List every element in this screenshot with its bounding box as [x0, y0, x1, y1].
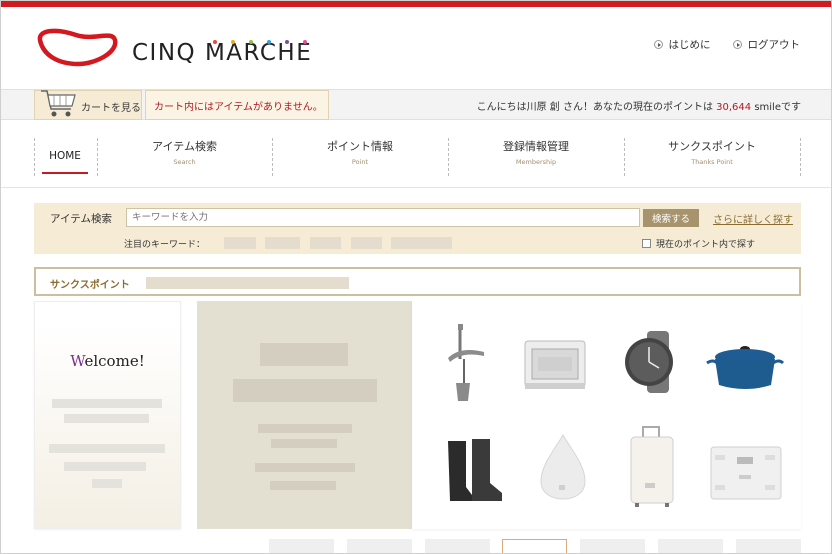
product-item[interactable] — [521, 425, 611, 525]
greeting-text: こんにちは川原 創 さん！あなたの現在のポイントは — [476, 102, 713, 113]
search-button[interactable]: 検索する — [643, 209, 699, 227]
wrist-watch-icon — [625, 331, 673, 393]
nav-item-thanks-point[interactable]: サンクスポイント Thanks Point — [624, 138, 800, 174]
cart-bar: カートを見る カート内にはアイテムがありません。 こんにちは川原 創 さん！あな… — [1, 89, 831, 120]
intro-link-label: はじめに — [668, 39, 711, 51]
nav-divider — [34, 138, 35, 176]
keyword-tag[interactable] — [224, 237, 256, 249]
welcome-title-initial: W — [70, 352, 85, 370]
logout-link-label: ログアウト — [747, 39, 801, 51]
nav-item-search[interactable]: アイテム検索 Search — [97, 138, 272, 174]
header-links: はじめに ログアウト — [653, 37, 801, 52]
thanks-point-bar: サンクスポイント — [34, 267, 801, 296]
thanks-point-placeholder — [146, 277, 349, 289]
nav-item-label: サンクスポイント — [668, 140, 756, 153]
rain-boots-icon — [448, 439, 502, 501]
carousel-tab[interactable] — [425, 539, 490, 553]
banner-placeholder — [255, 463, 355, 472]
product-grid — [412, 301, 801, 529]
banner-placeholder — [270, 481, 336, 490]
nav-item-label: 登録情報管理 — [503, 140, 569, 153]
carousel-tab[interactable] — [269, 539, 334, 553]
text-placeholder — [64, 462, 146, 471]
product-item[interactable] — [609, 425, 699, 525]
view-cart-button[interactable]: カートを見る — [34, 90, 142, 120]
advanced-search-link[interactable]: さらに詳しく探す — [713, 211, 793, 226]
thanks-point-label: サンクスポイント — [50, 280, 130, 291]
text-placeholder — [92, 479, 122, 488]
text-placeholder — [64, 414, 149, 423]
product-item[interactable] — [432, 425, 522, 525]
points-value: 30,644 — [716, 102, 752, 113]
shopping-cart-icon — [41, 90, 76, 117]
product-item[interactable] — [422, 313, 512, 413]
feature-banner[interactable] — [197, 301, 412, 529]
search-input[interactable] — [126, 208, 640, 227]
page-frame: CINQ MARCHE はじめに ログアウト カートを見る カート内にはアイテム… — [0, 0, 832, 554]
points-greeting: こんにちは川原 創 さん！あなたの現在のポイントは 30,644 smileです — [477, 98, 801, 113]
site-header: CINQ MARCHE はじめに ログアウト — [1, 7, 831, 89]
within-points-checkbox[interactable]: 現在のポイント内で探す — [642, 237, 755, 250]
product-item[interactable] — [703, 425, 793, 525]
carousel-tab[interactable] — [658, 539, 723, 553]
bathroom-scale-icon — [710, 446, 782, 500]
search-label: アイテム検索 — [50, 213, 112, 225]
text-placeholder — [49, 444, 165, 453]
nav-item-sublabel: Point — [351, 158, 369, 166]
product-item[interactable] — [613, 313, 703, 413]
banner-placeholder — [258, 424, 352, 433]
nav-item-point[interactable]: ポイント情報 Point — [272, 138, 448, 174]
banner-placeholder — [271, 439, 337, 448]
keyword-tag[interactable] — [391, 237, 452, 249]
carousel-tab[interactable] — [580, 539, 645, 553]
view-cart-label: カートを見る — [81, 103, 141, 114]
points-unit: smileです — [754, 102, 801, 113]
featured-keywords-label: 注目のキーワード： — [124, 240, 206, 250]
arrow-right-icon — [732, 40, 742, 49]
checkbox-label: 現在のポイント内で探す — [656, 240, 756, 250]
welcome-title: Welcome! — [35, 352, 180, 370]
nav-item-sublabel: Thanks Point — [691, 158, 733, 166]
humidifier-icon — [540, 433, 586, 500]
carousel-tab[interactable] — [736, 539, 801, 553]
intro-link[interactable]: はじめに — [653, 37, 711, 52]
logo-color-dots — [211, 40, 321, 46]
suitcase-icon — [630, 426, 674, 507]
nav-item-sublabel: Search — [173, 158, 196, 166]
nav-item-membership[interactable]: 登録情報管理 Membership — [448, 138, 624, 174]
logo-mark-icon[interactable] — [34, 26, 119, 70]
nav-item-label: ポイント情報 — [327, 140, 393, 153]
nav-divider — [800, 138, 801, 176]
welcome-panel: Welcome! — [34, 301, 181, 529]
arrow-right-icon — [653, 40, 663, 49]
nav-item-sublabel: Membership — [515, 158, 557, 166]
text-placeholder — [52, 399, 162, 408]
logout-link[interactable]: ログアウト — [732, 37, 801, 52]
dutch-oven-pot-icon — [706, 346, 785, 389]
main-nav: HOME アイテム検索 Search ポイント情報 Point 登録情報管理 M… — [1, 120, 831, 188]
banner-placeholder — [260, 343, 348, 366]
nav-item-label: アイテム検索 — [152, 140, 217, 153]
microwave-oven-icon — [524, 340, 586, 389]
keyword-tag[interactable] — [351, 237, 382, 249]
nav-home-tab[interactable]: HOME — [42, 144, 88, 174]
checkbox-box[interactable] — [642, 239, 651, 248]
carousel-tab[interactable] — [347, 539, 412, 553]
desk-lamp-icon — [448, 324, 484, 401]
item-search-panel: アイテム検索 検索する さらに詳しく探す 注目のキーワード： 現在のポイント内で… — [34, 203, 801, 254]
keyword-tag[interactable] — [310, 237, 341, 249]
carousel-tab-active[interactable] — [502, 539, 567, 553]
welcome-title-rest: elcome! — [84, 352, 145, 370]
cart-empty-message: カート内にはアイテムがありません。 — [145, 90, 329, 120]
banner-placeholder — [233, 379, 377, 402]
product-item[interactable] — [705, 313, 795, 413]
keyword-tag[interactable] — [265, 237, 300, 249]
product-item[interactable] — [511, 313, 601, 413]
